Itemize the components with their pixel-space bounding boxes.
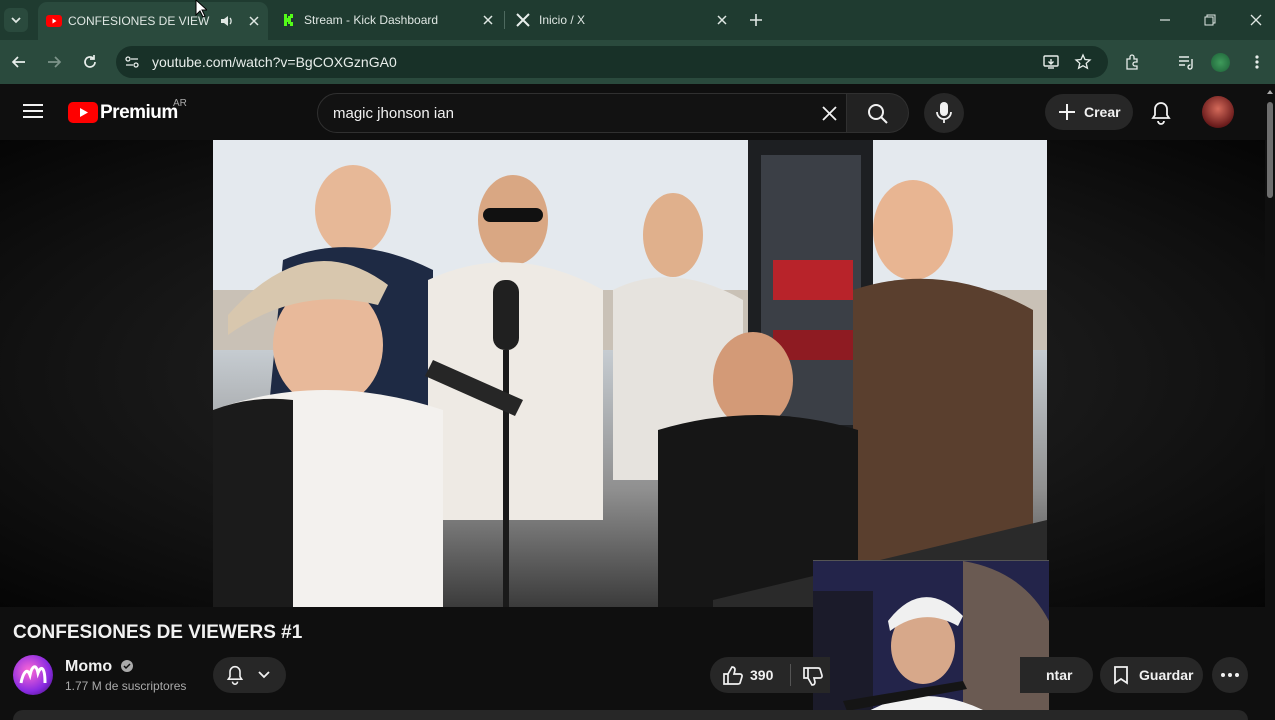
like-button[interactable]: 390	[710, 657, 830, 693]
save-bookmark-icon	[1114, 666, 1128, 685]
youtube-logo-icon	[68, 102, 98, 123]
close-tab-icon[interactable]	[716, 14, 728, 26]
verified-badge-icon	[120, 660, 133, 672]
tab-search-button[interactable]	[4, 8, 28, 32]
mouse-cursor-icon	[195, 0, 207, 18]
country-badge: AR	[173, 98, 187, 109]
bookmark-star-icon[interactable]	[1074, 53, 1092, 71]
facecam-overlay	[813, 560, 1049, 720]
kick-icon	[282, 13, 296, 27]
chevron-down-icon	[11, 17, 21, 24]
tab-label: Stream - Kick Dashboard	[304, 13, 439, 27]
scrollbar-thumb[interactable]	[1267, 102, 1273, 198]
voice-search-button[interactable]	[924, 93, 964, 133]
more-actions-button[interactable]	[1212, 657, 1248, 693]
create-label: Crear	[1084, 104, 1121, 120]
facecam-image	[813, 561, 1049, 720]
minimize-icon[interactable]	[1158, 13, 1172, 27]
video-player[interactable]	[0, 140, 1265, 607]
search-button[interactable]	[847, 93, 909, 133]
new-tab-icon[interactable]	[749, 13, 763, 27]
youtube-premium-logo[interactable]: Premium AR	[68, 98, 198, 128]
scroll-up-arrow-icon[interactable]	[1266, 88, 1274, 96]
speaker-icon[interactable]	[219, 14, 235, 28]
subscriber-count: 1.77 M de suscriptores	[65, 679, 187, 693]
menu-hamburger-icon[interactable]	[22, 102, 44, 120]
share-label-partial: ntar	[1046, 667, 1073, 683]
plus-icon	[1059, 104, 1075, 120]
youtube-icon	[46, 15, 62, 27]
reload-icon[interactable]	[82, 54, 98, 70]
site-info-icon[interactable]	[124, 54, 140, 70]
like-count: 390	[750, 667, 774, 683]
save-label: Guardar	[1139, 667, 1194, 683]
search-icon	[868, 104, 888, 124]
tab-x[interactable]: Inicio / X	[506, 0, 736, 40]
back-arrow-icon[interactable]	[11, 54, 27, 70]
create-button[interactable]: Crear	[1045, 94, 1133, 130]
forward-arrow-icon[interactable]	[46, 54, 62, 70]
close-tab-icon[interactable]	[248, 15, 260, 27]
install-app-icon[interactable]	[1042, 53, 1060, 71]
thumbs-up-icon	[723, 666, 743, 685]
share-button[interactable]: ntar	[1020, 657, 1093, 693]
search-input[interactable]: magic jhonson ian	[333, 105, 454, 122]
tab-separator	[504, 11, 505, 29]
video-scene-image	[213, 140, 1047, 607]
bell-icon	[226, 665, 244, 685]
url-text[interactable]: youtube.com/watch?v=BgCOXGznGA0	[152, 54, 397, 70]
clear-search-icon[interactable]	[821, 105, 838, 122]
more-options-icon[interactable]	[1250, 53, 1264, 71]
channel-avatar[interactable]	[13, 655, 53, 695]
tab-kick[interactable]: Stream - Kick Dashboard	[272, 0, 502, 40]
channel-name-text: Momo	[65, 658, 113, 675]
video-title: CONFESIONES DE VIEWERS #1	[13, 622, 303, 643]
microphone-icon	[936, 102, 952, 123]
youtube-header: Premium AR magic jhonson ian Crear	[0, 84, 1265, 140]
tab-youtube[interactable]: CONFESIONES DE VIEWERS #	[38, 2, 268, 40]
browser-tab-bar: CONFESIONES DE VIEWERS # Stream - Kick D…	[0, 0, 1275, 40]
profile-avatar[interactable]	[1211, 53, 1230, 72]
thumbs-down-icon[interactable]	[802, 667, 824, 687]
page-scrollbar[interactable]	[1265, 84, 1275, 720]
subscription-notifications-button[interactable]	[213, 657, 286, 693]
more-horizontal-icon	[1221, 673, 1239, 677]
address-bar[interactable]: youtube.com/watch?v=BgCOXGznGA0	[116, 46, 1108, 78]
user-avatar[interactable]	[1202, 96, 1234, 128]
chevron-down-icon	[258, 671, 270, 679]
channel-name[interactable]: Momo	[65, 658, 133, 676]
browser-toolbar: youtube.com/watch?v=BgCOXGznGA0	[0, 40, 1275, 84]
close-tab-icon[interactable]	[482, 14, 494, 26]
tab-label: Inicio / X	[539, 13, 586, 27]
video-frame[interactable]	[213, 140, 1047, 607]
media-control-icon[interactable]	[1177, 53, 1195, 71]
logo-text: Premium	[100, 102, 178, 123]
extensions-icon[interactable]	[1124, 53, 1142, 71]
save-button[interactable]: Guardar	[1100, 657, 1203, 693]
channel-logo-icon	[19, 665, 47, 684]
description-box-edge[interactable]	[13, 710, 1248, 720]
restore-icon[interactable]	[1203, 13, 1217, 27]
tab-label: CONFESIONES DE VIEWERS #	[68, 14, 210, 28]
x-icon	[516, 13, 530, 27]
like-dislike-divider	[790, 664, 791, 686]
search-box[interactable]: magic jhonson ian	[317, 93, 847, 133]
close-window-icon[interactable]	[1249, 13, 1263, 27]
notifications-bell-icon[interactable]	[1150, 101, 1172, 125]
